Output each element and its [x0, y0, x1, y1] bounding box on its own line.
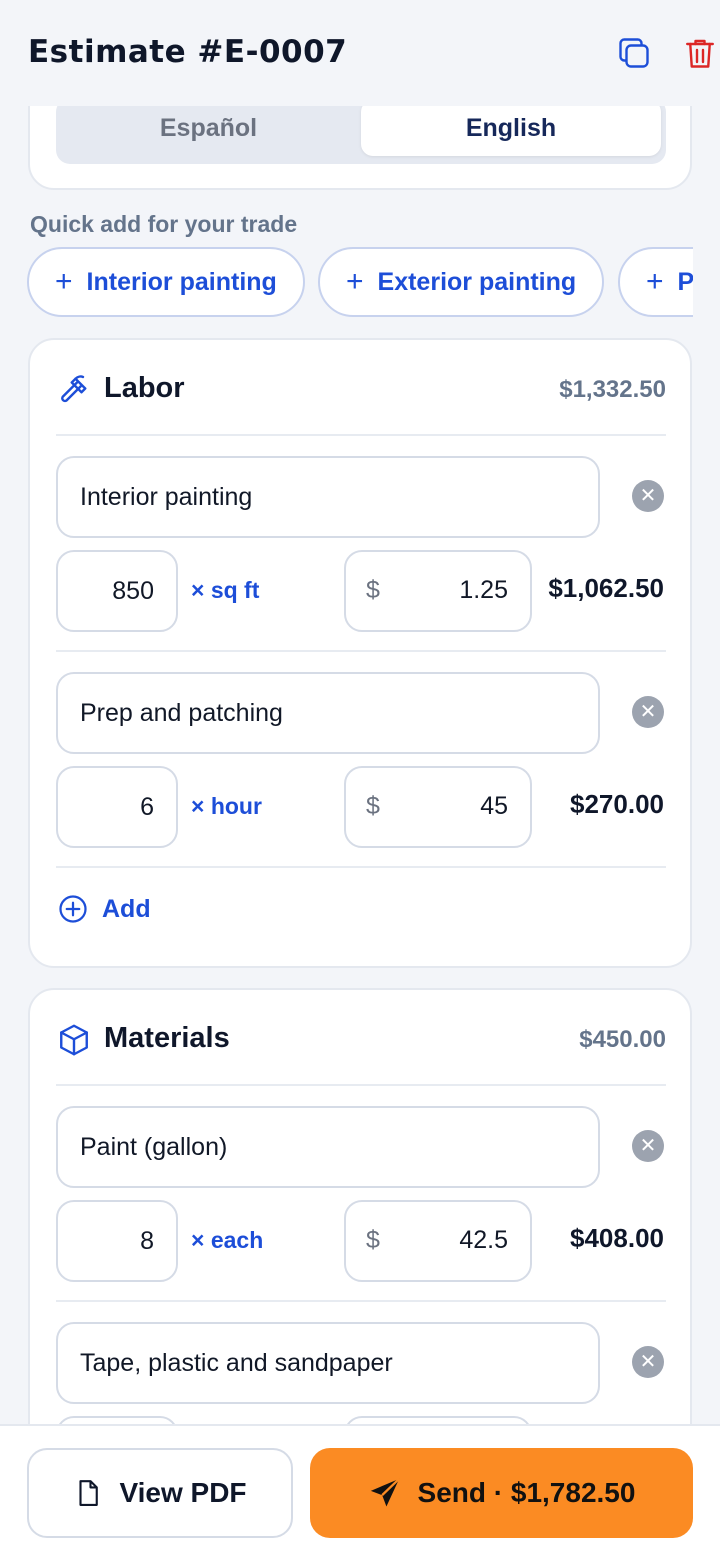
add-labor-button[interactable]: Add [58, 894, 151, 924]
remove-item-icon[interactable]: ✕ [632, 1130, 664, 1162]
duplicate-button[interactable] [614, 32, 654, 74]
quantity-field[interactable]: 6 [56, 766, 178, 848]
view-pdf-button[interactable]: View PDF [27, 1448, 293, 1538]
unit-price-value: 45 [480, 792, 508, 820]
language-toggle[interactable]: Español English [56, 98, 666, 164]
hammer-icon [61, 375, 87, 403]
remove-item-icon[interactable]: ✕ [632, 1346, 664, 1378]
divider [56, 434, 666, 436]
line-item-total: $408.00 [570, 1223, 664, 1253]
materials-header: Materials $450.00 [56, 1020, 666, 1060]
labor-section: Labor $1,332.50 Interior painting ✕ 850 … [28, 338, 692, 968]
materials-title: Materials [104, 1022, 230, 1054]
line-item-total: $1,062.50 [548, 573, 664, 603]
unit-price-value: 1.25 [459, 576, 508, 604]
estimate-scroll-area[interactable]: Español English Quick add for your trade… [0, 0, 720, 1560]
currency-symbol: $ [366, 792, 380, 820]
divider [56, 1084, 666, 1086]
quick-add-chip-interior-painting[interactable]: + Interior painting [27, 247, 305, 317]
quantity-field[interactable]: 850 [56, 550, 178, 632]
chip-label: Exterior painting [377, 267, 577, 296]
top-bar: Estimate #E-0007 [0, 0, 720, 106]
language-option-english[interactable]: English [361, 100, 661, 156]
chip-label: P [677, 267, 693, 296]
bottom-action-bar: View PDF Send · $1,782.50 [0, 1424, 720, 1560]
remove-item-icon[interactable]: ✕ [632, 480, 664, 512]
currency-symbol: $ [366, 576, 380, 604]
send-label: Send · $1,782.50 [417, 1477, 636, 1508]
quick-add-chip-exterior-painting[interactable]: + Exterior painting [318, 247, 604, 317]
line-item-total: $270.00 [570, 789, 664, 819]
document-icon [79, 1480, 99, 1506]
unit-label: × hour [191, 793, 262, 819]
divider [56, 866, 666, 868]
plus-icon: + [55, 265, 73, 298]
copy-icon [619, 38, 649, 68]
labor-header: Labor $1,332.50 [56, 370, 666, 410]
add-label: Add [102, 894, 151, 923]
box-icon [60, 1024, 88, 1056]
send-icon [370, 1478, 400, 1507]
remove-item-icon[interactable]: ✕ [632, 696, 664, 728]
delete-button[interactable] [680, 32, 720, 74]
unit-price-field[interactable]: $ 42.5 [344, 1200, 532, 1282]
materials-total: $450.00 [579, 1026, 666, 1053]
plus-icon: + [346, 265, 364, 298]
page-title: Estimate #E-0007 [28, 34, 348, 70]
unit-price-field[interactable]: $ 45 [344, 766, 532, 848]
divider [56, 650, 666, 652]
labor-total: $1,332.50 [559, 376, 666, 403]
plus-icon: + [646, 265, 664, 298]
trash-icon [686, 39, 714, 68]
chip-label: Interior painting [86, 267, 277, 296]
line-item-description-field[interactable]: Paint (gallon) [56, 1106, 600, 1188]
divider [56, 1300, 666, 1302]
currency-symbol: $ [366, 1226, 380, 1254]
add-circle-icon [59, 895, 87, 923]
quick-add-chips[interactable]: + Interior painting + Exterior painting … [27, 247, 693, 319]
quantity-field[interactable]: 8 [56, 1200, 178, 1282]
quick-add-label: Quick add for your trade [30, 211, 298, 237]
language-option-spanish[interactable]: Español [56, 98, 361, 158]
line-item-description-field[interactable]: Tape, plastic and sandpaper [56, 1322, 600, 1404]
view-pdf-label: View PDF [119, 1477, 247, 1508]
line-item-description-field[interactable]: Prep and patching [56, 672, 600, 754]
unit-price-field[interactable]: $ 1.25 [344, 550, 532, 632]
line-item-description-field[interactable]: Interior painting [56, 456, 600, 538]
unit-price-value: 42.5 [459, 1226, 508, 1254]
send-button[interactable]: Send · $1,782.50 [310, 1448, 693, 1538]
unit-label: × each [191, 1227, 264, 1253]
labor-title: Labor [104, 372, 185, 404]
unit-label: × sq ft [191, 577, 260, 603]
quick-add-chip-more[interactable]: + P [618, 247, 693, 317]
